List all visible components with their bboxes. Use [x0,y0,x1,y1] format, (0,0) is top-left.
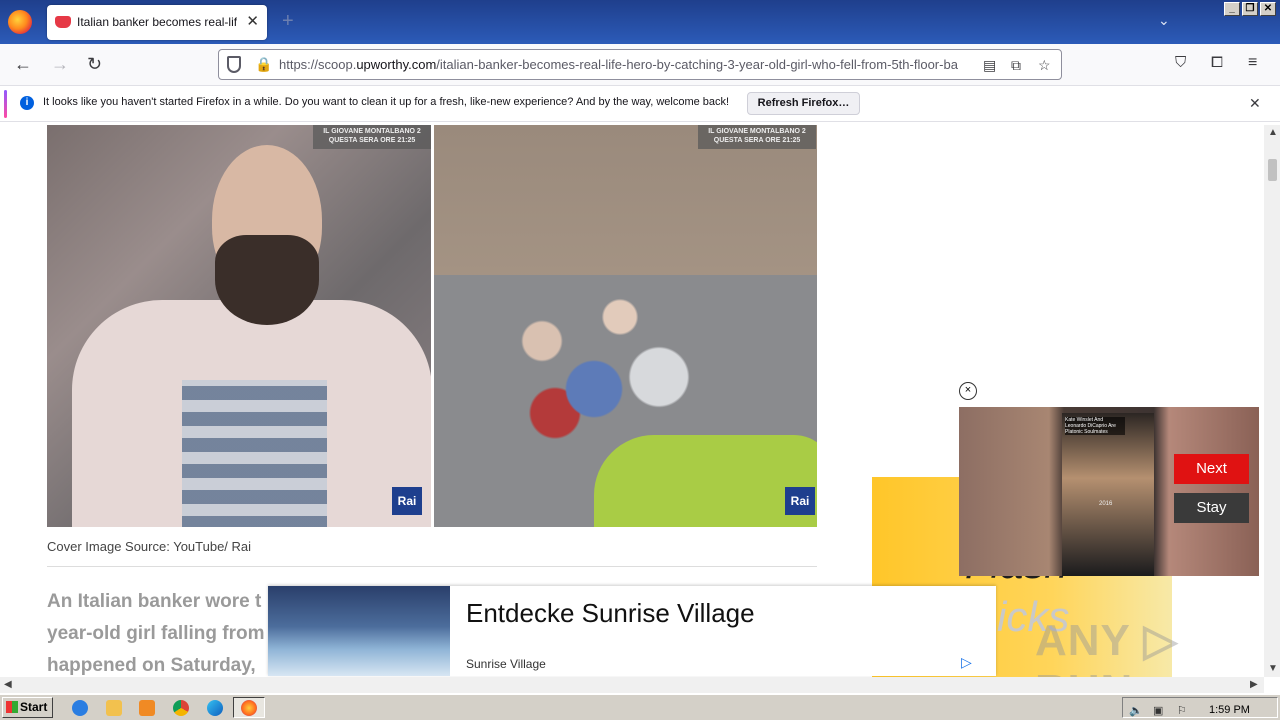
tab-active[interactable]: Italian banker becomes real-life he ✕ [47,5,267,40]
banner-ad[interactable]: Entdecke Sunrise Village Sunrise Village… [268,586,996,676]
bookmark-star-icon[interactable]: ☆ [1038,57,1051,74]
anyrun-watermark: ANY ▷ RUN [1035,616,1179,677]
taskbar: Start 🔈 ▣ ⚐ 1:59 PM [0,694,1280,720]
rai-logo: Rai [392,487,422,515]
media-player-icon[interactable] [139,700,155,716]
scroll-up-icon[interactable]: ▲ [1268,127,1278,138]
tab-title: Italian banker becomes real-life he [77,15,237,29]
scroll-thumb[interactable] [1268,159,1277,181]
video-caption: Kate Winslet And Leonardo DiCaprio Are P… [1065,417,1125,435]
url-text[interactable]: https://scoop.upworthy.com/italian-banke… [279,57,973,72]
new-tab-icon[interactable]: + [282,10,294,33]
beard-shape [215,235,319,325]
adchoices-icon[interactable]: ▷ [961,654,972,671]
edge-icon[interactable] [207,700,223,716]
network-icon[interactable]: ▣ [1153,704,1163,717]
scroll-right-icon[interactable]: ▶ [1250,679,1258,690]
banner-ad-title: Entdecke Sunrise Village [466,598,755,628]
lock-icon[interactable]: 🔒 [255,56,272,73]
window-controls: _ ❐ ✕ [1224,2,1276,16]
file-explorer-icon[interactable] [106,700,122,716]
firefox-icon [241,700,257,716]
extensions-icon[interactable]: ⧠ [1211,54,1223,71]
internet-explorer-icon[interactable] [72,700,88,716]
reader-view-icon[interactable]: ▤ [983,57,996,74]
navigation-bar: ← → ↻ 🔒 https://scoop.upworthy.com/itali… [0,44,1280,86]
clock[interactable]: 1:59 PM [1209,704,1250,716]
cover-image-right: IL GIOVANE MONTALBANO 2 QUESTA SERA ORE … [434,125,817,527]
taskbar-firefox-active[interactable] [233,697,265,718]
start-label: Start [20,700,48,714]
close-video-icon[interactable]: × [959,382,977,400]
banner-ad-image [268,586,450,676]
scroll-down-icon[interactable]: ▼ [1268,663,1278,674]
notification-stripe [4,90,7,118]
back-icon[interactable]: ← [14,54,32,75]
horizontal-scrollbar[interactable]: ◀ ▶ [0,677,1264,693]
picture-in-picture-icon[interactable]: ⧉ [1011,57,1021,74]
divider [47,566,817,567]
video-frame [1062,413,1154,576]
start-button[interactable]: Start [2,697,53,718]
restore-icon[interactable]: ❐ [1242,2,1258,16]
pocket-icon[interactable]: ⛉ [1175,54,1186,71]
list-all-tabs-icon[interactable]: ⌄ [1158,12,1170,29]
refresh-firefox-button[interactable]: Refresh Firefox… [747,92,860,115]
windows-logo-icon [6,701,18,713]
rai-logo: Rai [785,487,815,515]
close-tab-icon[interactable]: ✕ [246,12,259,30]
article-line: happened on Saturday, [47,655,256,676]
chrome-icon[interactable] [173,700,189,716]
notification-bar: i It looks like you haven't started Fire… [0,86,1280,122]
article-line: year-old girl falling from [47,623,265,644]
banner-ad-subtitle: Sunrise Village [466,657,546,671]
close-notification-icon[interactable]: ✕ [1249,95,1261,112]
url-bar[interactable]: 🔒 https://scoop.upworthy.com/italian-ban… [218,49,1062,80]
reload-icon[interactable]: ↻ [87,54,102,75]
cover-image-left: IL GIOVANE MONTALBANO 2 QUESTA SERA ORE … [47,125,431,527]
image-caption: Cover Image Source: YouTube/ Rai [47,539,252,554]
car-shape [594,435,817,527]
stay-button[interactable]: Stay [1174,493,1249,523]
tv-overlay-text: IL GIOVANE MONTALBANO 2 QUESTA SERA ORE … [313,125,431,149]
firefox-logo-icon[interactable] [8,10,32,34]
tab-bar: Italian banker becomes real-life he ✕ + … [0,0,1280,44]
vertical-scrollbar[interactable]: ▲ ▼ [1264,125,1280,677]
next-button[interactable]: Next [1174,454,1249,484]
system-tray: 🔈 ▣ ⚐ 1:59 PM [1122,697,1278,718]
article-body: An Italian banker wore t year-old girl f… [47,586,277,677]
close-window-icon[interactable]: ✕ [1260,2,1276,16]
flag-print-shape [182,380,327,527]
tv-overlay-text: IL GIOVANE MONTALBANO 2 QUESTA SERA ORE … [698,125,816,149]
volume-icon[interactable]: 🔈 [1129,704,1143,717]
info-icon: i [20,96,34,110]
page-content: IL GIOVANE MONTALBANO 2 QUESTA SERA ORE … [0,125,1264,677]
notification-message: It looks like you haven't started Firefo… [43,96,730,108]
scroll-left-icon[interactable]: ◀ [4,679,12,690]
tracking-protection-icon[interactable] [227,56,241,73]
flag-icon[interactable]: ⚐ [1177,704,1187,717]
menu-icon[interactable]: ≡ [1248,54,1257,72]
forward-icon[interactable]: → [51,54,69,75]
upworthy-favicon-icon [55,16,71,28]
article-line: An Italian banker wore t [47,591,262,612]
minimize-icon[interactable]: _ [1224,2,1240,16]
video-year: 2016 [1099,501,1113,507]
video-ad-player[interactable]: Kate Winslet And Leonardo DiCaprio Are P… [959,407,1259,576]
